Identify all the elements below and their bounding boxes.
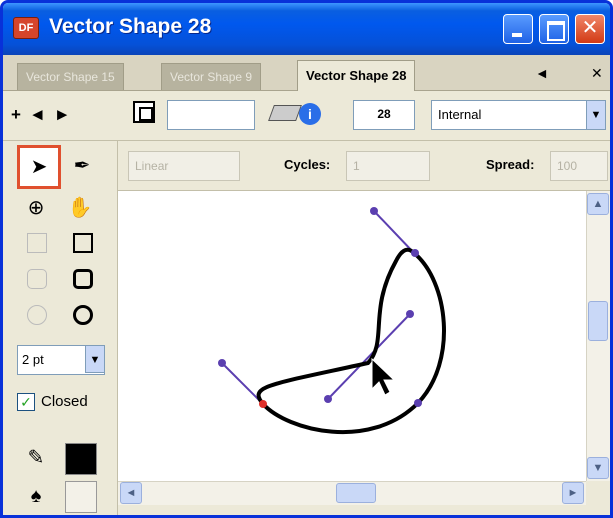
spread-field[interactable]: 100	[550, 151, 608, 181]
bezier-handle-line-inner	[327, 313, 411, 400]
app-icon: DF	[13, 17, 39, 39]
window-title: Vector Shape 28	[49, 15, 212, 38]
scroll-left-icon[interactable]: ◄	[120, 482, 142, 504]
minimize-button[interactable]	[503, 14, 533, 44]
eraser-icon[interactable]	[268, 105, 302, 121]
pen-icon[interactable]: ✒	[67, 151, 97, 181]
close-button[interactable]: ✕	[575, 14, 605, 44]
bezier-handle-line-left	[221, 362, 264, 405]
spread-label: Spread:	[486, 157, 535, 172]
handle-point[interactable]	[324, 395, 332, 403]
maximize-button[interactable]	[539, 14, 569, 44]
tab-scroll-left-icon[interactable]: ◄	[535, 65, 549, 81]
handle-point[interactable]	[414, 399, 422, 407]
circle-light-icon[interactable]	[27, 305, 47, 325]
drawing-canvas[interactable]	[118, 191, 586, 481]
circle-icon[interactable]	[73, 305, 93, 325]
rounded-square-icon[interactable]	[73, 269, 93, 289]
fill-color-swatch[interactable]	[65, 481, 97, 513]
chevron-down-icon[interactable]: ▼	[85, 345, 105, 373]
square-outline-light-icon[interactable]	[27, 233, 47, 253]
nav-arrows: +◄►	[11, 105, 79, 125]
rounded-square-light-icon[interactable]	[27, 269, 47, 289]
chevron-down-icon[interactable]: ▼	[586, 100, 606, 130]
stroke-width-select[interactable]: 2 pt ▼	[17, 345, 105, 375]
horizontal-scrollbar[interactable]: ◄ ►	[118, 481, 586, 505]
stroke-width-value: 2 pt	[22, 352, 44, 367]
vector-shape-svg	[218, 207, 446, 435]
anchor-point-selected[interactable]	[259, 400, 267, 408]
tab-vector-shape-9[interactable]: Vector Shape 9	[161, 63, 262, 90]
mode-select[interactable]: Linear	[128, 151, 240, 181]
scroll-up-icon[interactable]: ▲	[587, 193, 609, 215]
stroke-field[interactable]	[167, 100, 255, 130]
arrow-select-icon[interactable]: ➤	[17, 145, 61, 189]
tool-panel: ➤ ✒ ⊕ ✋ 2 pt ▼ ✓ Closed ✎ ♠	[3, 141, 118, 515]
vertical-scroll-thumb[interactable]	[588, 301, 608, 341]
stroke-color-swatch[interactable]	[65, 443, 97, 475]
tab-vector-shape-28[interactable]: Vector Shape 28	[297, 60, 416, 91]
paint-bucket-icon[interactable]: ♠	[21, 481, 51, 511]
cycles-label: Cycles:	[284, 157, 331, 172]
move-icon[interactable]: ⊕	[21, 193, 51, 223]
scroll-right-icon[interactable]: ►	[562, 482, 584, 504]
info-icon[interactable]: i	[299, 103, 321, 125]
forward-arrow-icon[interactable]: ►	[54, 105, 79, 124]
handle-point[interactable]	[411, 249, 419, 257]
number-field[interactable]: 28	[353, 100, 415, 130]
spread-value: 100	[557, 159, 578, 173]
eyedropper-icon[interactable]: ✎	[21, 443, 51, 473]
bezier-handle-line-top	[373, 210, 415, 254]
scroll-down-icon[interactable]: ▼	[587, 457, 609, 479]
tab-bar: Vector Shape 15 Vector Shape 9 Vector Sh…	[3, 55, 610, 91]
tab-close-icon[interactable]: ✕	[591, 65, 603, 82]
position-select[interactable]: Internal ▼	[431, 100, 606, 130]
add-icon[interactable]: +	[11, 105, 29, 124]
title-bar[interactable]: DF Vector Shape 28 ✕	[3, 3, 610, 55]
stroke-style-icon[interactable]	[133, 101, 155, 123]
vector-shape-window: DF Vector Shape 28 ✕ Vector Shape 15 Vec…	[0, 0, 613, 518]
tab-vector-shape-15[interactable]: Vector Shape 15	[17, 63, 124, 90]
cycles-field[interactable]: 1	[346, 151, 430, 181]
closed-label: Closed	[41, 393, 88, 410]
options-bar: Linear Cycles: 1 Spread: 100	[118, 141, 610, 191]
hand-icon[interactable]: ✋	[65, 193, 95, 223]
handle-point[interactable]	[218, 359, 226, 367]
vertical-scrollbar[interactable]: ▲ ▼	[586, 191, 610, 481]
mode-select-value: Linear	[135, 159, 169, 173]
square-outline-icon[interactable]	[73, 233, 93, 253]
closed-checkbox[interactable]: ✓	[17, 393, 35, 411]
cycles-value: 1	[353, 159, 360, 173]
position-select-value: Internal	[438, 107, 482, 122]
back-arrow-icon[interactable]: ◄	[29, 105, 54, 124]
property-toolbar: +◄► i 28 Internal ▼	[3, 91, 610, 141]
handle-point[interactable]	[370, 207, 378, 215]
handle-point[interactable]	[406, 310, 414, 318]
mouse-cursor-icon	[371, 357, 396, 396]
horizontal-scroll-thumb[interactable]	[336, 483, 376, 503]
